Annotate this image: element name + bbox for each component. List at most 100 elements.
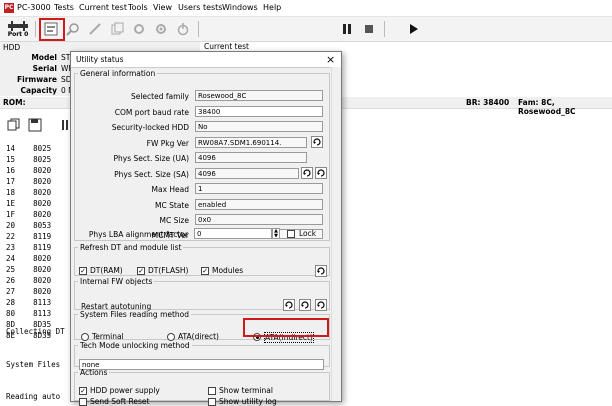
hdd-power-supply-checkbox[interactable]: ✓ (79, 387, 87, 395)
send-soft-reset-checkbox[interactable] (79, 398, 87, 406)
internal-fw-objects-group: Internal FW objects Restart autotuning (74, 277, 330, 311)
show-utility-log-label: Show utility log (219, 397, 277, 406)
hdd-power-supply-label: HDD power supply (90, 386, 160, 395)
log-line: 23 8119 (6, 243, 52, 252)
port-button[interactable]: Port 0 (4, 19, 32, 39)
utility-status-dialog: Utility status × General information Sel… (70, 51, 342, 406)
pencil-icon (89, 23, 101, 35)
log-toolbar (0, 112, 80, 138)
com-port-baud-label: COM port baud rate (114, 108, 189, 117)
max-head-field[interactable]: 1 (195, 183, 323, 194)
stop-button[interactable] (358, 19, 380, 39)
menu-help[interactable]: Help (263, 3, 281, 12)
port-icon (8, 20, 28, 31)
phys-sect-ua-field[interactable]: 4096 (195, 152, 307, 163)
toolbar-separator (35, 21, 36, 37)
pause-button[interactable] (336, 19, 358, 39)
modules-label: Modules (212, 266, 244, 275)
title-bar: PC PC-3000 Tests Current test Tools View… (0, 0, 612, 17)
menu-users-tests[interactable]: Users tests (178, 3, 222, 12)
ata-direct-radio[interactable] (167, 333, 175, 341)
power-icon (177, 23, 189, 36)
menu-tests[interactable]: Tests (54, 3, 74, 12)
pause-icon (343, 24, 351, 34)
close-icon[interactable]: × (326, 53, 335, 66)
phys-lba-alignment-field[interactable]: 0 (194, 228, 272, 239)
terminal-radio[interactable] (81, 333, 89, 341)
log-line: 16 8020 (6, 166, 52, 175)
refresh-icon (303, 169, 311, 177)
log-line: 80 8113 (6, 309, 52, 318)
menu-current-test[interactable]: Current test (79, 3, 127, 12)
refresh-dt-button[interactable] (315, 265, 327, 277)
phys-sect-sa-field[interactable]: 4096 (195, 168, 299, 179)
fw-pkg-refresh-button[interactable] (311, 136, 323, 148)
selected-family-field[interactable]: Rosewood_8C (195, 90, 323, 101)
log-area: 14 8025 15 8025 16 8020 17 8020 18 8020 … (0, 140, 80, 401)
play-button[interactable] (402, 19, 424, 39)
fw-pkg-ver-field[interactable]: RW08A7.SDM1.690114. (195, 137, 307, 148)
log-line: 27 8020 (6, 287, 52, 296)
dt-flash-checkbox[interactable]: ✓ (137, 267, 145, 275)
phys-sect-sa-refresh-button[interactable] (301, 167, 313, 179)
lock-label: Lock (299, 229, 317, 238)
edit-button[interactable] (84, 19, 106, 39)
refresh-icon (301, 301, 309, 309)
phys-sect-refresh-button[interactable] (315, 167, 327, 179)
internal-fw-objects-legend: Internal FW objects (80, 277, 153, 286)
refresh-icon (317, 267, 325, 275)
log-line: 20 8053 (6, 221, 52, 230)
modules-checkbox[interactable]: ✓ (201, 267, 209, 275)
dialog-scrollbar[interactable] (331, 67, 341, 401)
menu-view[interactable]: View (153, 3, 172, 12)
actions-group: Actions ✓ HDD power supply Send Soft Res… (74, 368, 330, 406)
mc-state-label: MC State (155, 201, 189, 210)
security-locked-field[interactable]: No (195, 121, 323, 132)
stop-icon (365, 25, 373, 33)
log-line: 22 8119 (6, 232, 52, 241)
dt-ram-checkbox[interactable]: ✓ (79, 267, 87, 275)
hdd-model-label: Model (31, 53, 57, 62)
copy-icon (7, 118, 20, 131)
log-line: 18 8020 (6, 188, 52, 197)
log-line: 14 8025 (6, 144, 52, 153)
mc-size-field[interactable]: 0x0 (195, 214, 323, 225)
max-head-label: Max Head (151, 185, 190, 194)
search-button[interactable] (62, 19, 84, 39)
save-icon (28, 118, 42, 132)
dt-flash-label: DT(FLASH) (148, 266, 189, 275)
log-save-button[interactable] (28, 118, 42, 134)
log-line: 17 8020 (6, 177, 52, 186)
current-test-label: Current test (204, 42, 249, 51)
copy-icon (111, 22, 124, 35)
show-terminal-label: Show terminal (219, 386, 273, 395)
gear-button-1[interactable] (128, 19, 150, 39)
app-title: PC-3000 (17, 3, 51, 12)
mc-state-field[interactable]: enabled (195, 199, 323, 210)
tech-mode-group: Tech Mode unlocking method none (74, 341, 330, 370)
com-port-baud-field[interactable]: 38400 (195, 106, 323, 117)
refresh-icon (285, 301, 293, 309)
log-copy-button[interactable] (6, 118, 20, 134)
power-button[interactable] (172, 19, 194, 39)
family-label: Fam: 8C, Rosewood_8C (518, 98, 576, 116)
lba-spinner[interactable]: ▲ ▼ (272, 228, 280, 239)
phys-lba-alignment-label: Phys LBA alignment factor (88, 230, 188, 239)
menu-tools[interactable]: Tools (128, 3, 148, 12)
gear-button-2[interactable] (150, 19, 172, 39)
show-terminal-checkbox[interactable] (208, 387, 216, 395)
ata-direct-label: ATA(direct) (178, 332, 219, 341)
log-line: 1E 8020 (6, 199, 52, 208)
hdd-header: HDD (3, 43, 21, 52)
actions-legend: Actions (80, 368, 108, 377)
hdd-capacity-label: Capacity (20, 86, 58, 95)
lock-checkbox[interactable] (287, 230, 295, 238)
send-soft-reset-label: Send Soft Reset (90, 397, 150, 406)
menu-windows[interactable]: Windows (222, 3, 258, 12)
copy-button[interactable] (106, 19, 128, 39)
highlight-box-ata-indirect (243, 318, 329, 337)
selected-family-label: Selected family (130, 92, 189, 101)
refresh-icon (317, 301, 325, 309)
show-utility-log-checkbox[interactable] (208, 398, 216, 406)
security-locked-label: Security-locked HDD (111, 123, 189, 132)
